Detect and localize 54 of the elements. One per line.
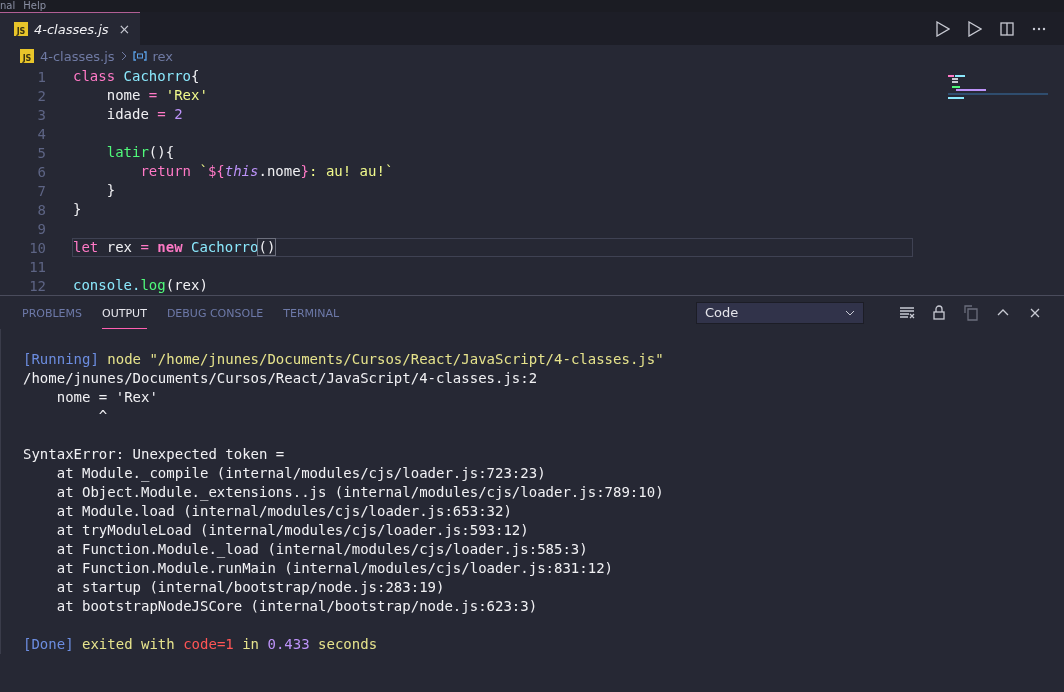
line-number: 7 <box>36 182 46 199</box>
menu-item[interactable]: Help <box>23 0 47 12</box>
run-icon[interactable] <box>966 19 984 38</box>
panel-tab[interactable]: TERMINAL <box>283 296 340 329</box>
js-file-icon: JS <box>14 22 28 36</box>
line-number: 4 <box>36 125 46 142</box>
output-line: at bootstrapNodeJSCore (internal/bootstrap/node.js:623:3) <box>55 597 539 616</box>
output-line: ^ <box>97 407 109 426</box>
breadcrumb-item[interactable]: 4-classes.js <box>40 48 115 64</box>
js-file-icon: JS <box>20 49 34 63</box>
code-line: latir(){ <box>105 143 176 162</box>
output-line: at Module.load (internal/modules/cjs/loader.js:653:32) <box>55 502 513 521</box>
breadcrumb-item[interactable]: rex <box>152 48 174 64</box>
chevron-icon <box>120 51 127 61</box>
code-line: } <box>72 200 83 219</box>
line-number: 2 <box>36 87 46 104</box>
line-number: 6 <box>36 163 46 180</box>
output-line: at startup (internal/bootstrap/node.js:283:19) <box>55 578 446 597</box>
panel-tab[interactable]: OUTPUT <box>102 296 147 329</box>
line-number: 12 <box>28 277 46 294</box>
line-number: 9 <box>36 220 46 237</box>
editor-tab[interactable]: JS 4-classes.js × <box>0 12 141 45</box>
line-number: 8 <box>36 201 46 218</box>
code-line: console.log(rex) <box>72 276 209 295</box>
output-line: at tryModuleLoad (internal/modules/cjs/loader.js:593:12) <box>55 521 530 540</box>
output-line: at Module._compile (internal/modules/cjs/loader.js:723:23) <box>55 464 547 483</box>
output-line: at Object.Module._extensions..js (internal/modules/cjs/loader.js:789:10) <box>55 483 665 502</box>
variable-icon <box>132 51 147 61</box>
line-number: 1 <box>36 68 46 85</box>
output-line: [Done] exited with code=1 in 0.433 seconds <box>23 635 379 654</box>
split-editor-icon[interactable] <box>998 19 1016 38</box>
panel-tab[interactable]: PROBLEMS <box>22 296 83 329</box>
output-line: at Function.Module._load (internal/modules/cjs/loader.js:585:3) <box>55 540 589 559</box>
line-number: 3 <box>36 106 46 123</box>
chevron-down-icon <box>845 309 855 316</box>
code-line: class Cachorro{ <box>72 67 201 86</box>
output-line: [Running] node "/home/jnunes/Documents/Cursos/React/JavaScript/4-classes.js" <box>23 350 665 369</box>
code-line: return `${this.nome}: au! au!` <box>139 162 395 181</box>
output-line: at Function.Module.runMain (internal/modules/cjs/loader.js:831:12) <box>55 559 614 578</box>
output-channel-select[interactable]: Code <box>696 301 864 324</box>
line-number: 10 <box>28 239 46 256</box>
close-icon[interactable]: × <box>118 21 131 37</box>
lock-icon[interactable] <box>930 303 948 322</box>
panel-tab[interactable]: DEBUG CONSOLE <box>166 296 264 329</box>
line-number: 5 <box>36 144 46 161</box>
run-icon[interactable] <box>934 19 952 38</box>
output-line: SyntaxError: Unexpected token = <box>23 445 286 464</box>
line-number: 11 <box>28 258 46 275</box>
output-line: /home/jnunes/Documents/Cursos/React/JavaScript/4-classes.js:2 <box>23 369 539 388</box>
output-line: nome = 'Rex' <box>55 388 159 407</box>
code-line: nome = 'Rex' <box>105 86 209 105</box>
code-line: idade = 2 <box>105 105 184 124</box>
menu-item[interactable]: nal <box>0 0 16 12</box>
code-line: } <box>105 181 117 200</box>
